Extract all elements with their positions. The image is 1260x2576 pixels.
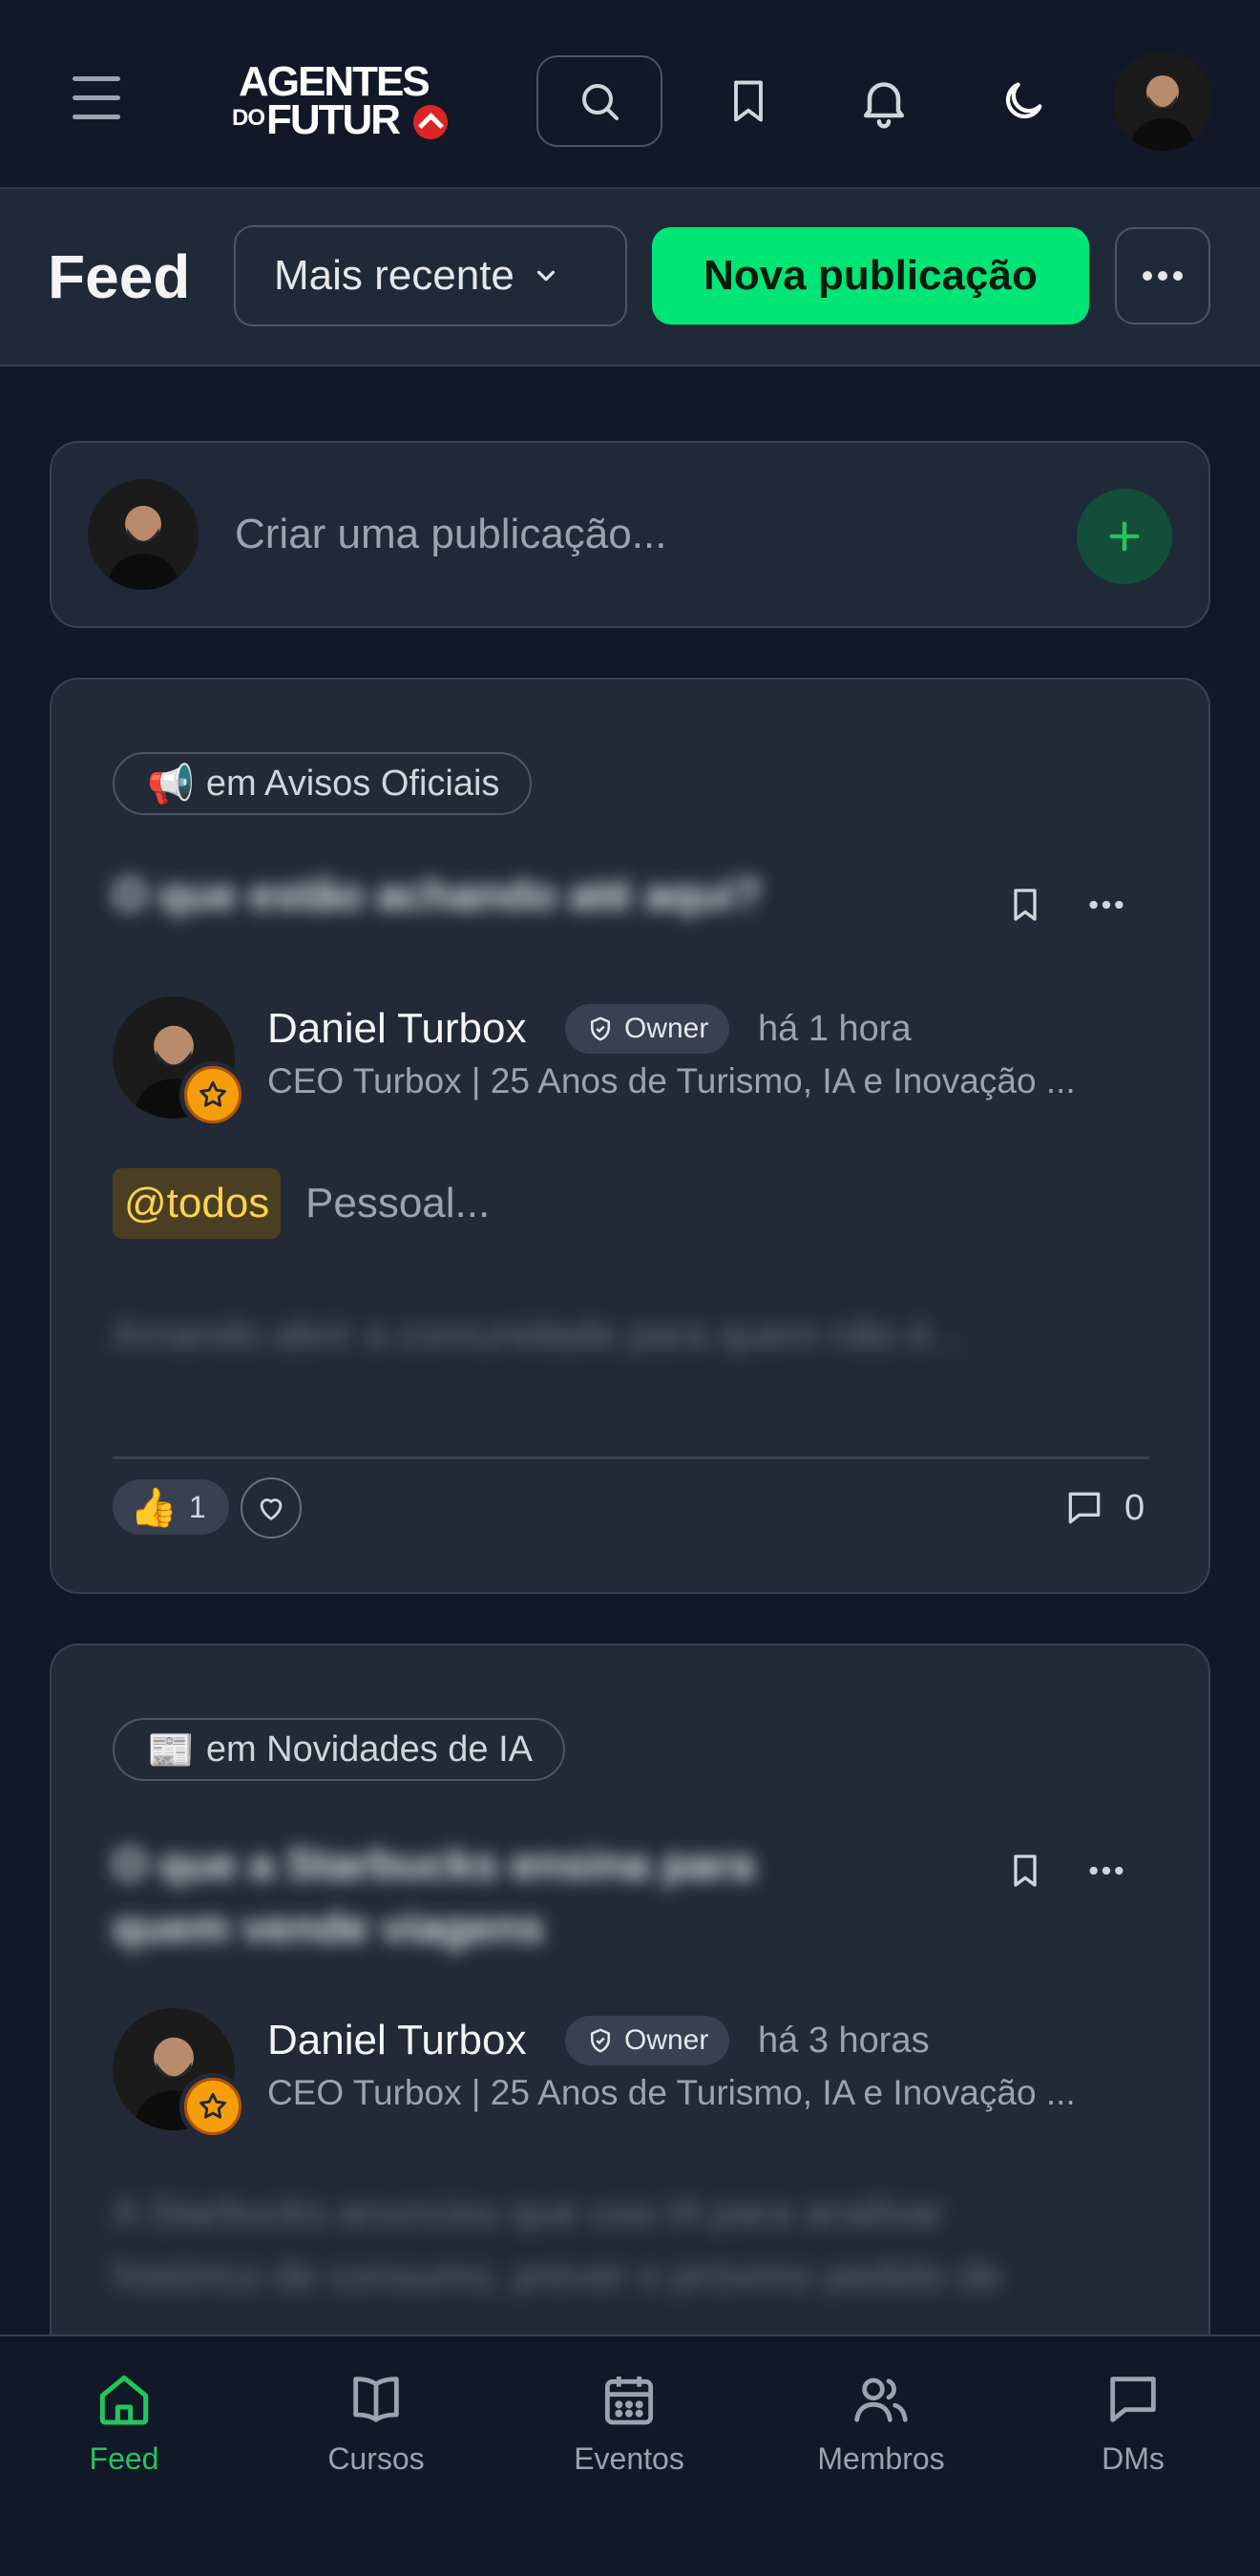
newspaper-icon: 📰	[147, 1728, 195, 1772]
post-body-blurred: Amando abrir a comunidade para quem não …	[113, 1311, 964, 1356]
heart-icon	[260, 1498, 283, 1520]
composer-avatar	[88, 479, 199, 590]
post-time: há 3 horas	[758, 2021, 930, 2061]
chat-icon	[1110, 2377, 1156, 2422]
bookmark-icon	[1014, 1854, 1037, 1887]
notifications-button[interactable]	[846, 55, 922, 147]
logo-arrow-icon	[413, 105, 448, 139]
more-horizontal-icon	[1143, 271, 1183, 281]
reaction-thumbs-up[interactable]: 👍 1	[113, 1479, 229, 1535]
comment-count: 0	[1124, 1487, 1145, 1528]
post-body: Pessoal...	[305, 1180, 491, 1226]
nav-cursos[interactable]: Cursos	[281, 2369, 472, 2478]
space-name: em Novidades de IA	[205, 1728, 533, 1770]
owner-badge: Owner	[565, 2016, 730, 2065]
post-composer[interactable]: Criar uma publicação...	[50, 441, 1210, 628]
top-header: AGENTES DO FUTUR	[0, 0, 1260, 189]
more-horizontal-icon	[1089, 900, 1124, 910]
star-badge-icon	[179, 1061, 246, 1128]
owner-badge: Owner	[565, 1004, 730, 1054]
search-icon	[582, 84, 619, 120]
more-options-button[interactable]	[1115, 227, 1210, 325]
nav-label: Feed	[89, 2441, 159, 2476]
bottom-navigation: Feed Cursos Eventos Membros DMs	[0, 2335, 1260, 2576]
nav-label: Cursos	[327, 2441, 425, 2476]
star-badge-icon	[179, 2073, 246, 2140]
logo-text-do: DO	[232, 105, 265, 131]
search-button[interactable]	[536, 55, 662, 147]
bookmark-icon	[734, 80, 763, 122]
user-avatar[interactable]	[1113, 52, 1212, 151]
nav-membros[interactable]: Membros	[786, 2369, 976, 2478]
home-icon	[99, 2375, 149, 2425]
nav-label: DMs	[1102, 2441, 1165, 2476]
post-title-line2[interactable]: quem vende viagens	[113, 1895, 876, 1958]
space-tag[interactable]: 📢 em Avisos Oficiais	[113, 752, 533, 815]
composer-placeholder[interactable]: Criar uma publicação...	[235, 500, 666, 569]
new-post-button[interactable]: Nova publicação	[652, 227, 1089, 325]
nav-dms[interactable]: DMs	[1038, 2369, 1228, 2478]
post-body-blurred-line2: histórico de consumo, prever o próximo p…	[113, 2252, 1002, 2297]
author-name[interactable]: Daniel Turbox	[267, 2014, 526, 2067]
add-post-button[interactable]	[1077, 489, 1172, 584]
nav-label: Membros	[817, 2441, 945, 2476]
more-horizontal-icon	[1089, 1866, 1124, 1875]
comment-icon	[1068, 1492, 1101, 1524]
owner-label: Owner	[624, 2024, 709, 2056]
nav-feed[interactable]: Feed	[29, 2369, 220, 2478]
bookmark-post-button[interactable]	[997, 1842, 1054, 1899]
add-reaction-button[interactable]	[241, 1477, 302, 1539]
space-tag[interactable]: 📰 em Novidades de IA	[113, 1718, 565, 1781]
users-icon	[854, 2377, 908, 2422]
mention-tag[interactable]: @todos	[113, 1168, 282, 1239]
bookmark-icon	[1014, 889, 1037, 921]
author-bio: CEO Turbox | 25 Anos de Turismo, IA e In…	[267, 2073, 1076, 2112]
menu-icon[interactable]	[67, 76, 128, 124]
logo-text-futur: FUTUR	[266, 96, 401, 143]
post-title[interactable]: O que estão achando até aqui?	[113, 863, 876, 926]
nav-eventos[interactable]: Eventos	[534, 2369, 724, 2478]
nav-label: Eventos	[574, 2441, 684, 2476]
space-name: em Avisos Oficiais	[205, 763, 500, 804]
site-logo[interactable]: AGENTES DO FUTUR	[232, 61, 452, 143]
chevron-down-icon	[536, 270, 555, 282]
comments-button[interactable]: 0	[1063, 1479, 1144, 1537]
author-bio: CEO Turbox | 25 Anos de Turismo, IA e In…	[267, 1061, 1076, 1100]
reaction-count: 1	[188, 1489, 206, 1524]
theme-toggle-button[interactable]	[985, 55, 1061, 147]
sort-value: Mais recente	[274, 252, 514, 299]
post-more-button[interactable]	[1073, 1842, 1140, 1899]
megaphone-icon: 📢	[147, 762, 195, 806]
bell-icon	[864, 82, 904, 129]
post-card[interactable]: 📢 em Avisos Oficiais O que estão achando…	[50, 678, 1210, 1594]
owner-label: Owner	[624, 1013, 709, 1044]
post-title-line1[interactable]: O que a Starbucks ensina para	[113, 1833, 876, 1895]
book-icon	[353, 2377, 399, 2422]
author-avatar[interactable]	[113, 996, 246, 1128]
page-title: Feed	[48, 242, 191, 311]
calendar-icon	[604, 2377, 654, 2425]
post-more-button[interactable]	[1073, 876, 1140, 933]
moon-icon	[1005, 82, 1042, 119]
author-avatar[interactable]	[113, 2008, 246, 2140]
bookmarks-button[interactable]	[710, 55, 787, 147]
post-body-blurred-line1: A Starbucks anunciou que usa IA para ana…	[113, 2189, 944, 2234]
bookmark-post-button[interactable]	[997, 876, 1054, 933]
post-time: há 1 hora	[758, 1009, 912, 1049]
shield-check-icon	[591, 2028, 610, 2053]
sort-dropdown[interactable]: Mais recente	[234, 225, 627, 326]
author-name[interactable]: Daniel Turbox	[267, 1002, 526, 1056]
shield-check-icon	[591, 1016, 610, 1041]
thumbs-up-icon: 👍	[130, 1485, 178, 1530]
plus-icon	[1109, 521, 1140, 552]
feed-toolbar: Feed Mais recente Nova publicação	[0, 189, 1260, 367]
post-divider	[113, 1456, 1149, 1459]
